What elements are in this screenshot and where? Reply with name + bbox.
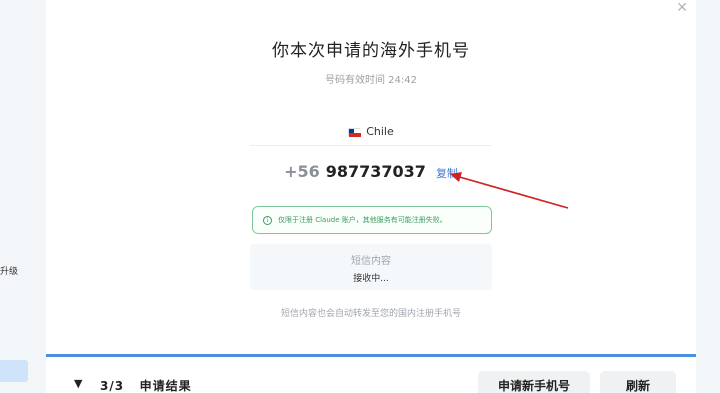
phone-number: 987737037 (325, 162, 426, 181)
country-name: Chile (366, 125, 394, 138)
usage-notice-text: 仅限于注册 Claude 账户，其他服务有可能注册失败。 (278, 216, 447, 224)
country-code: +56 (284, 162, 320, 181)
sms-title: 短信内容 (351, 256, 391, 267)
step-indicator: 3/3 申请结果 (100, 377, 192, 393)
bottom-bar: ▼ 3/3 申请结果 申请新手机号 刷新 (46, 357, 696, 393)
forward-hint: 短信内容也会自动转发至您的国内注册手机号 (280, 309, 461, 319)
sms-status: 接收中... (353, 274, 389, 284)
collapse-triangle-icon[interactable]: ▼ (74, 377, 82, 390)
background-left-block (0, 360, 28, 382)
validity-timer: 号码有效时间 24:42 (325, 75, 417, 86)
step-count: 3/3 (100, 379, 125, 393)
refresh-button[interactable]: 刷新 (600, 371, 676, 393)
phone-number-row: +56 987737037 复制 (46, 162, 696, 181)
close-icon[interactable]: ✕ (676, 0, 688, 16)
background-upgrade-label: 升级 (0, 267, 19, 277)
chile-flag-icon (348, 127, 362, 137)
background-right-panel (696, 0, 720, 393)
country-row: Chile (250, 118, 492, 146)
apply-new-number-button[interactable]: 申请新手机号 (478, 371, 590, 393)
info-icon: i (263, 215, 272, 225)
copy-button[interactable]: 复制 (436, 165, 458, 181)
modal-title: 你本次申请的海外手机号 (272, 41, 470, 61)
step-label: 申请结果 (139, 379, 192, 393)
phone-result-modal: ✕ 你本次申请的海外手机号 号码有效时间 24:42 Chile +56 987… (46, 0, 696, 356)
background-left-panel (0, 0, 46, 393)
sms-panel: 短信内容 接收中... (250, 244, 492, 290)
usage-notice: i 仅限于注册 Claude 账户，其他服务有可能注册失败。 (252, 206, 492, 234)
